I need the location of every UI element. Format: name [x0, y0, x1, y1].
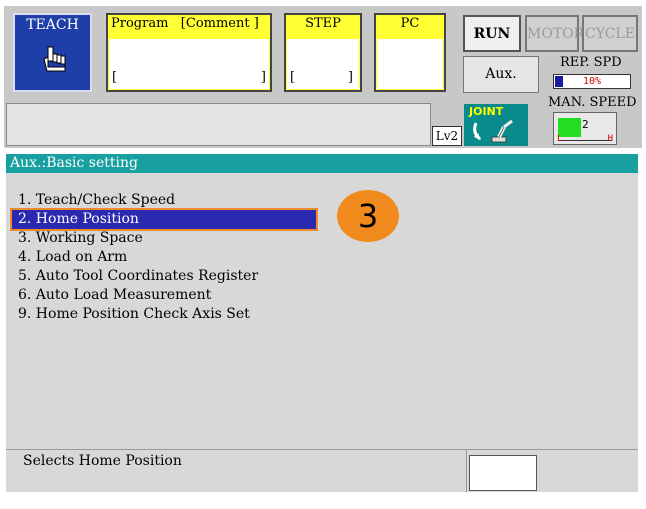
bottom-strip	[0, 492, 646, 509]
cycle-button[interactable]: CYCLE	[582, 15, 638, 52]
robot-arm-icon	[473, 119, 513, 143]
aux-button[interactable]: Aux.	[463, 56, 539, 93]
manual-speed-value: 2	[582, 118, 589, 131]
step-field[interactable]: STEP [ ]	[284, 13, 362, 92]
menu-item-home-position[interactable]: 2. Home Position	[10, 208, 318, 231]
security-level-indicator: Lv2	[432, 126, 462, 146]
step-bracket-right: ]	[347, 70, 353, 85]
menu-list: 1. Teach/Check Speed 2. Home Position 3.…	[10, 191, 318, 324]
menu-item-home-position-check-axis-set[interactable]: 9. Home Position Check Axis Set	[12, 305, 316, 324]
program-bracket-left: [	[112, 70, 118, 85]
pendant-screen: TEACH Program [Comment ] [ ] STEP [ ] PC…	[0, 0, 646, 509]
run-button[interactable]: RUN	[463, 15, 521, 52]
hand-pointer-icon	[43, 46, 66, 72]
status-message: Selects Home Position	[23, 453, 182, 469]
menu-item-auto-load-measurement[interactable]: 6. Auto Load Measurement	[12, 286, 316, 305]
manual-speed-label: MAN. SPEED	[548, 95, 637, 110]
step-value-area: [ ]	[287, 39, 359, 89]
pc-header: PC	[400, 16, 420, 31]
teach-mode-indicator[interactable]: TEACH	[13, 13, 92, 92]
program-field[interactable]: Program [Comment ] [ ]	[106, 13, 272, 92]
screen-title: Aux.:Basic setting	[6, 154, 638, 173]
rep-speed-label: REP. SPD	[560, 55, 622, 70]
step-header: STEP	[305, 16, 341, 31]
program-bracket-right: ]	[260, 70, 266, 85]
message-area	[6, 103, 431, 146]
pc-value-area	[377, 39, 443, 89]
manual-speed-high-label: H	[607, 134, 613, 144]
status-input-box[interactable]	[469, 455, 537, 491]
step-bracket-left: [	[290, 70, 296, 85]
manual-speed-indicator[interactable]: 2 L H	[553, 112, 617, 145]
status-bar: Selects Home Position	[6, 449, 638, 493]
step-number-badge: 3	[337, 190, 399, 242]
pc-field[interactable]: PC	[374, 13, 446, 92]
manual-speed-low-label: L	[557, 134, 563, 144]
rep-speed-bar: 10%	[553, 74, 631, 89]
coordinate-mode-button[interactable]: JOINT	[464, 104, 528, 146]
menu-item-teach-check-speed[interactable]: 1. Teach/Check Speed	[12, 191, 316, 210]
teach-label: TEACH	[26, 17, 79, 33]
status-divider	[466, 450, 467, 493]
menu-item-auto-tool-coordinates-register[interactable]: 5. Auto Tool Coordinates Register	[12, 267, 316, 286]
motor-button[interactable]: MOTOR	[525, 15, 584, 52]
program-value-area: [ ]	[109, 39, 269, 89]
menu-item-load-on-arm[interactable]: 4. Load on Arm	[12, 248, 316, 267]
program-header: Program [Comment ]	[111, 16, 259, 31]
menu-item-working-space[interactable]: 3. Working Space	[12, 229, 316, 248]
rep-speed-value: 10%	[582, 76, 602, 87]
